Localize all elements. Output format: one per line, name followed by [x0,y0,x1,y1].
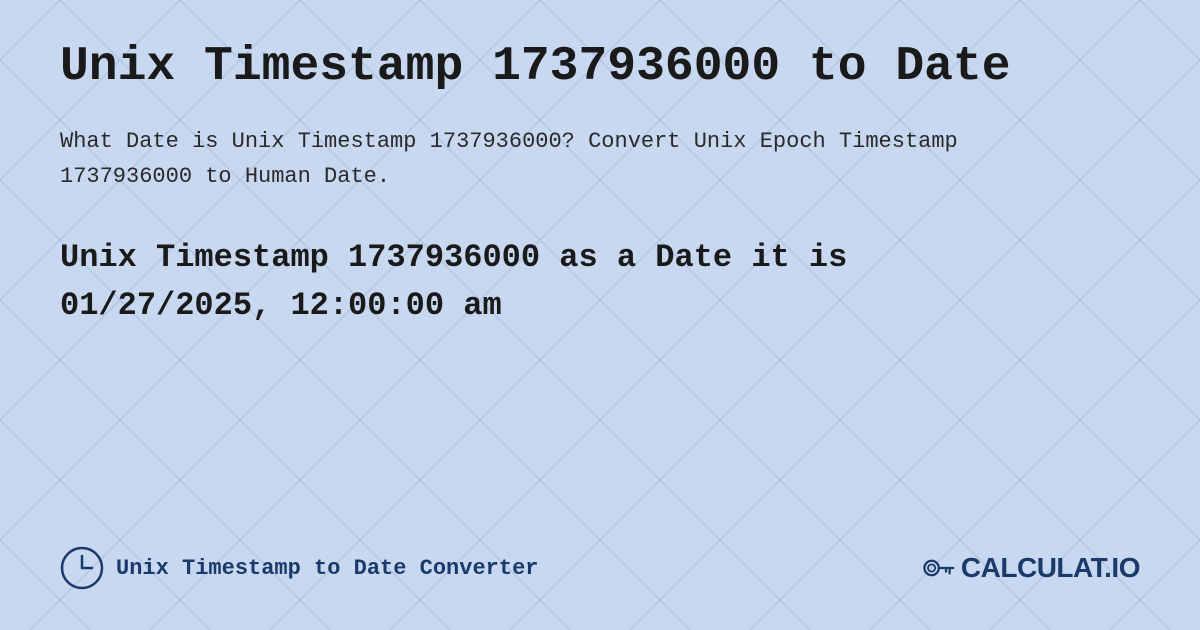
result-text: Unix Timestamp 1737936000 as a Date it i… [60,234,1140,330]
logo: CALCULAT.IO [919,550,1140,586]
logo-icon [919,550,955,586]
result-line2: 01/27/2025, 12:00:00 am [60,287,502,324]
result-line1: Unix Timestamp 1737936000 as a Date it i… [60,239,847,276]
page-description: What Date is Unix Timestamp 1737936000? … [60,124,960,194]
footer-label: Unix Timestamp to Date Converter [116,556,538,581]
footer: Unix Timestamp to Date Converter CALCULA… [60,526,1140,590]
clock-icon [60,546,104,590]
page-title: Unix Timestamp 1737936000 to Date [60,40,1140,94]
result-section: Unix Timestamp 1737936000 as a Date it i… [60,234,1140,330]
logo-text: CALCULAT.IO [961,552,1140,584]
footer-left: Unix Timestamp to Date Converter [60,546,538,590]
